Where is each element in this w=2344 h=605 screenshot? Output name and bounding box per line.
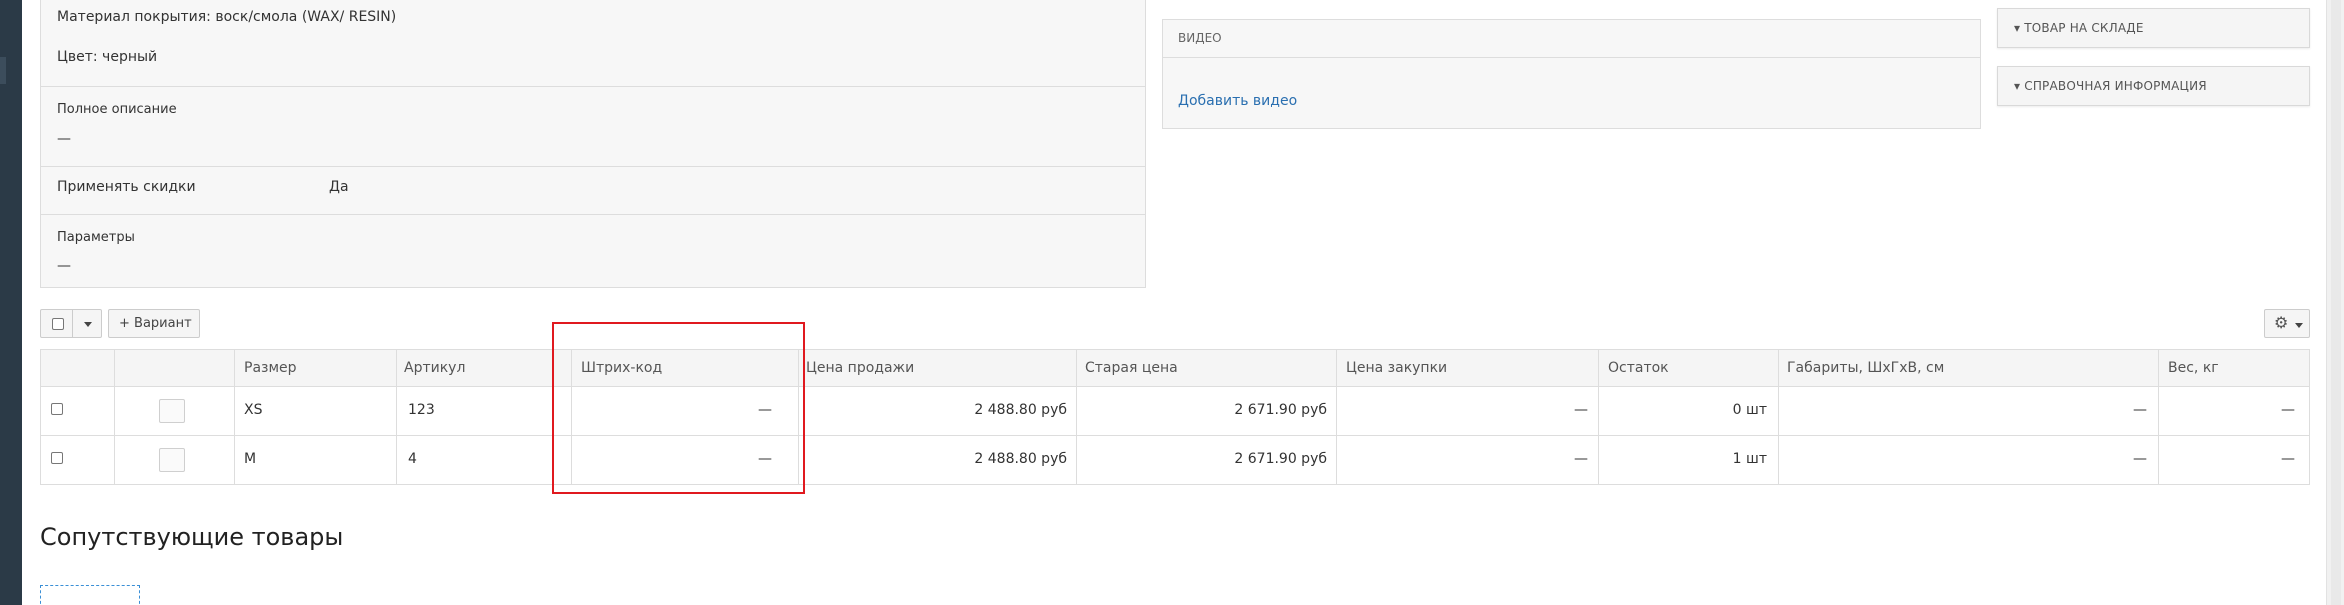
variants-table: Размер Артикул Штрих-код Цена продажи Ст… (40, 349, 2310, 485)
variant-stock[interactable]: 0 шт (1599, 402, 1767, 418)
stock-panel-label: ▾ ТОВАР НА СКЛАДЕ (2014, 21, 2144, 35)
variant-price[interactable]: 2 488.80 руб (799, 451, 1067, 467)
add-related-product-dropzone[interactable] (40, 585, 140, 605)
discounts-value: Да (329, 179, 349, 195)
column-header-dimensions[interactable]: Габариты, ШхГхВ, см (1787, 360, 1944, 376)
reference-panel-toggle[interactable]: ▾ СПРАВОЧНАЯ ИНФОРМАЦИЯ (1997, 66, 2310, 106)
variant-article[interactable]: 4 (408, 451, 417, 467)
reference-panel-label: ▾ СПРАВОЧНАЯ ИНФОРМАЦИЯ (2014, 79, 2207, 93)
params-label: Параметры (57, 230, 135, 245)
variant-price[interactable]: 2 488.80 руб (799, 402, 1067, 418)
variant-purchase-price[interactable]: — (1337, 402, 1588, 418)
params-section: Параметры — (41, 214, 1145, 288)
column-header-stock[interactable]: Остаток (1608, 360, 1669, 376)
column-header-price[interactable]: Цена продажи (806, 360, 914, 376)
scrollbar-thumb[interactable] (2331, 0, 2341, 605)
page-scrollbar[interactable] (2326, 0, 2344, 605)
barcode-column-highlight (552, 322, 805, 494)
product-info-panel: Материал покрытия: воск/смола (WAX/ RESI… (40, 0, 1146, 288)
variant-dimensions[interactable]: — (1779, 402, 2147, 418)
column-header-purchase-price[interactable]: Цена закупки (1346, 360, 1447, 376)
video-title: ВИДЕО (1178, 31, 1222, 45)
chevron-down-icon[interactable] (84, 322, 92, 327)
discounts-label: Применять скидки (57, 179, 196, 195)
color-text: Цвет: черный (57, 49, 158, 65)
column-header-size[interactable]: Размер (244, 360, 297, 376)
sidebar-active-tab[interactable] (0, 57, 6, 84)
left-sidebar (0, 0, 22, 605)
variant-purchase-price[interactable]: — (1337, 451, 1588, 467)
select-all-checkbox[interactable] (52, 318, 64, 330)
stock-panel-toggle[interactable]: ▾ ТОВАР НА СКЛАДЕ (1997, 8, 2310, 48)
variant-size-link[interactable]: M (244, 451, 256, 467)
video-panel: ВИДЕО Добавить видео (1162, 19, 1981, 129)
variant-weight[interactable]: — (2159, 451, 2295, 467)
column-header-old-price[interactable]: Старая цена (1085, 360, 1178, 376)
full-description-label: Полное описание (57, 102, 177, 117)
column-header-article[interactable]: Артикул (404, 360, 465, 376)
row-checkbox[interactable] (51, 403, 63, 415)
variant-weight[interactable]: — (2159, 402, 2295, 418)
variant-article[interactable]: 123 (408, 402, 435, 418)
image-placeholder-icon[interactable] (159, 399, 185, 423)
add-variant-label: + Вариант (119, 316, 192, 331)
gear-icon: ⚙ (2274, 313, 2289, 332)
variant-dimensions[interactable]: — (1779, 451, 2147, 467)
variant-old-price[interactable]: 2 671.90 руб (1077, 451, 1327, 467)
full-description-value: — (57, 131, 71, 147)
chevron-down-icon (2295, 323, 2303, 328)
table-row[interactable]: XS 123 — 2 488.80 руб 2 671.90 руб — 0 ш… (41, 387, 2309, 436)
select-all-dropdown[interactable] (40, 309, 102, 338)
discounts-section: Применять скидки Да (41, 166, 1145, 214)
variant-size-link[interactable]: XS (244, 402, 262, 418)
column-header-weight[interactable]: Вес, кг (2168, 360, 2219, 376)
row-checkbox[interactable] (51, 452, 63, 464)
add-variant-button[interactable]: + Вариант (108, 309, 200, 338)
related-products-title: Сопутствующие товары (40, 523, 344, 551)
settings-dropdown-button[interactable]: ⚙ (2264, 309, 2310, 338)
image-placeholder-icon[interactable] (159, 448, 185, 472)
material-text: Материал покрытия: воск/смола (WAX/ RESI… (57, 9, 397, 25)
table-row[interactable]: M 4 — 2 488.80 руб 2 671.90 руб — 1 шт —… (41, 436, 2309, 485)
video-header: ВИДЕО (1163, 20, 1980, 58)
variant-old-price[interactable]: 2 671.90 руб (1077, 402, 1327, 418)
params-value: — (57, 258, 71, 274)
table-header: Размер Артикул Штрих-код Цена продажи Ст… (41, 350, 2309, 387)
variant-stock[interactable]: 1 шт (1599, 451, 1767, 467)
full-description-section: Полное описание — (41, 86, 1145, 166)
add-video-link[interactable]: Добавить видео (1178, 93, 1297, 109)
